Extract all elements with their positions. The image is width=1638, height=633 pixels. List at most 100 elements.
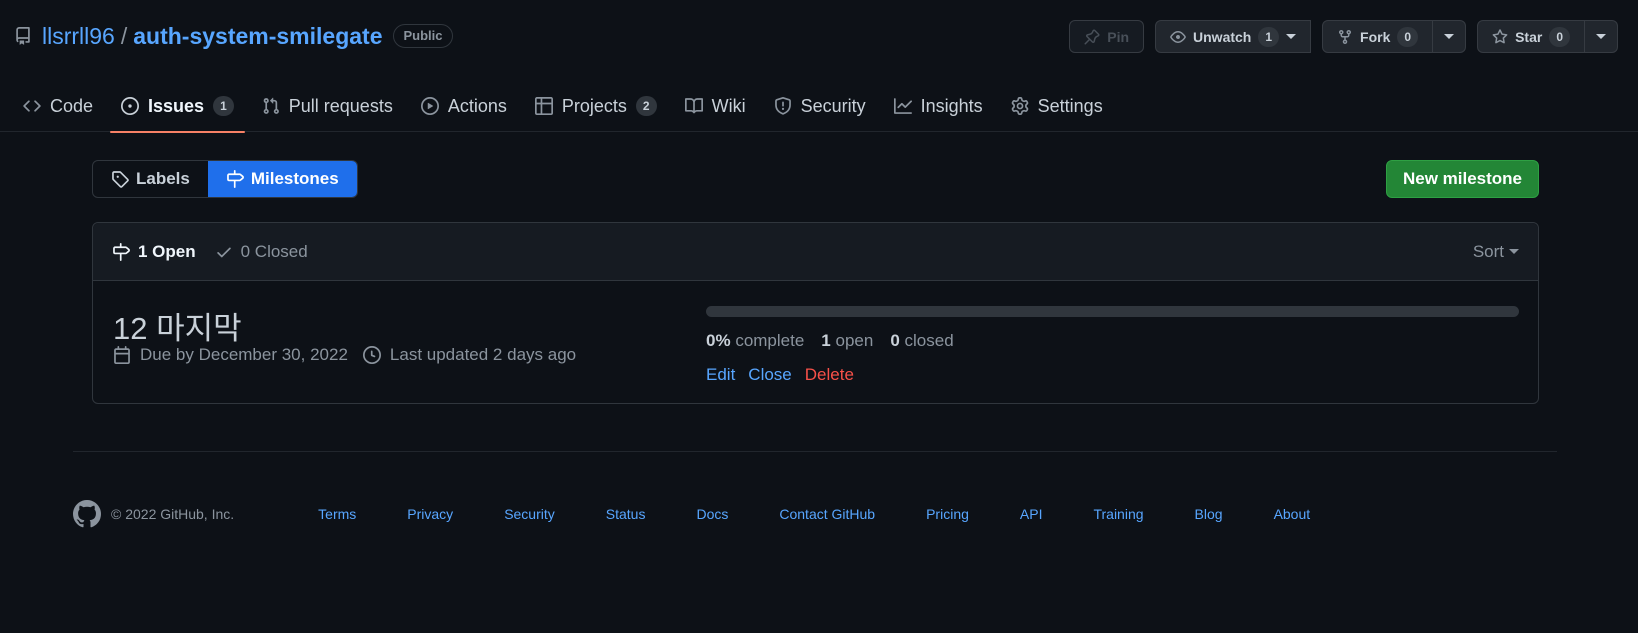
footer-link-status[interactable]: Status	[606, 506, 646, 522]
repo-icon	[14, 26, 32, 46]
footer-link-contact-github[interactable]: Contact GitHub	[779, 506, 875, 522]
watch-count: 1	[1258, 26, 1280, 47]
closed-milestones-filter[interactable]: 0 Closed	[215, 242, 308, 262]
tab-actions-label: Actions	[447, 95, 507, 116]
unwatch-button[interactable]: Unwatch 1	[1155, 20, 1312, 53]
milestones-link[interactable]: Milestones	[207, 161, 357, 197]
footer-link-privacy[interactable]: Privacy	[407, 506, 453, 522]
repo-title: llsrrll96 / auth-system-smilegate Public	[14, 20, 453, 52]
tab-insights[interactable]: Insights	[883, 80, 994, 132]
star-label: Star	[1515, 28, 1543, 45]
footer-copyright: © 2022 GitHub, Inc.	[111, 506, 235, 522]
repo-separator: /	[120, 22, 128, 49]
milestone-actions: Edit Close Delete	[706, 365, 854, 385]
open-count-label: open	[835, 331, 874, 350]
percent-label: complete	[735, 331, 805, 350]
tab-security[interactable]: Security	[763, 80, 877, 132]
edit-milestone-link[interactable]: Edit	[706, 365, 735, 385]
percent-complete: 0% complete	[706, 331, 804, 351]
milestone-item: 12 마지막 Due by December 30, 2022 Last upd…	[93, 281, 1538, 403]
milestones-label: Milestones	[250, 169, 339, 188]
tab-pull-requests-label: Pull requests	[288, 95, 393, 116]
tab-insights-label: Insights	[920, 95, 983, 116]
footer-link-api[interactable]: API	[1020, 506, 1043, 522]
tab-wiki-label: Wiki	[711, 95, 746, 116]
shield-icon	[774, 97, 792, 115]
tab-wiki[interactable]: Wiki	[674, 80, 757, 132]
clock-icon	[362, 346, 381, 364]
tab-code[interactable]: Code	[12, 80, 104, 132]
repo-nav: Code Issues 1 Pull requests Actions Proj…	[0, 80, 1638, 133]
open-issues-count: 1 open	[821, 331, 873, 351]
sort-label: Sort	[1472, 241, 1504, 261]
open-count-value: 1	[821, 331, 831, 350]
star-button-group: Star 0	[1477, 20, 1618, 53]
tab-settings[interactable]: Settings	[1000, 80, 1114, 132]
milestone-title-link[interactable]: 12 마지막	[113, 303, 242, 348]
site-footer: © 2022 GitHub, Inc. Terms Privacy Security…	[73, 451, 1557, 528]
tab-actions[interactable]: Actions	[410, 80, 518, 132]
milestone-due-date: Due by December 30, 2022	[113, 345, 348, 365]
check-icon	[215, 243, 233, 261]
closed-milestones-label: 0 Closed	[240, 241, 308, 261]
fork-dropdown-button[interactable]	[1433, 20, 1467, 53]
footer-link-docs[interactable]: Docs	[696, 506, 728, 522]
new-milestone-button[interactable]: New milestone	[1386, 160, 1539, 198]
percent-value: 0%	[706, 331, 731, 350]
graph-icon	[893, 97, 912, 115]
sort-dropdown[interactable]: Sort	[1473, 242, 1519, 262]
footer-link-about[interactable]: About	[1274, 506, 1311, 522]
visibility-badge: Public	[393, 24, 453, 48]
labels-link[interactable]: Labels	[93, 161, 208, 197]
gear-icon	[1011, 97, 1029, 115]
labels-label: Labels	[136, 169, 190, 188]
footer-link-security[interactable]: Security	[504, 506, 555, 522]
eye-icon	[1170, 29, 1186, 45]
repo-actions: Pin Unwatch 1 Fork 0 Star 0	[1069, 20, 1618, 53]
star-dropdown-button[interactable]	[1585, 20, 1618, 53]
fork-button-group: Fork 0	[1322, 20, 1467, 53]
open-milestones-label: 1 Open	[138, 241, 196, 261]
star-count: 0	[1549, 26, 1570, 47]
pin-label: Pin	[1107, 28, 1130, 45]
issues-count: 1	[213, 96, 234, 116]
open-milestones-filter[interactable]: 1 Open	[112, 242, 196, 262]
footer-link-terms[interactable]: Terms	[318, 506, 356, 522]
delete-milestone-link[interactable]: Delete	[805, 365, 854, 385]
pin-icon	[1084, 28, 1100, 45]
footer-link-pricing[interactable]: Pricing	[926, 506, 969, 522]
github-logo-icon[interactable]	[73, 500, 101, 528]
repo-owner-link[interactable]: llsrrll96	[42, 23, 115, 50]
code-icon	[23, 97, 41, 115]
fork-count: 0	[1397, 26, 1419, 47]
unwatch-label: Unwatch	[1193, 28, 1252, 45]
pin-button[interactable]: Pin	[1069, 20, 1145, 53]
repo-name-link[interactable]: auth-system-smilegate	[133, 23, 382, 50]
tab-issues[interactable]: Issues 1	[110, 80, 245, 133]
tab-pull-requests[interactable]: Pull requests	[251, 80, 404, 132]
watch-button-group: Unwatch 1	[1155, 20, 1312, 53]
fork-icon	[1337, 29, 1353, 45]
footer-link-training[interactable]: Training	[1093, 506, 1143, 522]
chevron-down-icon	[1286, 34, 1297, 39]
milestone-icon	[226, 170, 244, 188]
closed-issues-count: 0 closed	[890, 331, 953, 351]
chevron-down-icon	[1509, 249, 1519, 254]
tab-issues-label: Issues	[148, 95, 205, 116]
footer-links: Terms Privacy Security Status Docs Contact Gi…	[318, 506, 1361, 522]
due-date-text: Due by December 30, 2022	[140, 345, 348, 364]
tab-projects-label: Projects	[561, 95, 627, 116]
star-button[interactable]: Star 0	[1477, 20, 1585, 53]
close-milestone-link[interactable]: Close	[748, 365, 791, 385]
tab-projects[interactable]: Projects 2	[524, 80, 668, 132]
milestones-list: 1 Open 0 Closed Sort 12 마지막 Due by Decem…	[92, 222, 1539, 404]
last-updated-text: Last updated 2 days ago	[389, 345, 577, 364]
calendar-icon	[113, 346, 131, 364]
projects-count: 2	[635, 96, 657, 116]
tab-security-label: Security	[800, 95, 866, 116]
footer-row: © 2022 GitHub, Inc. Terms Privacy Security…	[73, 500, 1361, 528]
tab-settings-label: Settings	[1037, 95, 1103, 116]
chevron-down-icon	[1444, 34, 1455, 39]
fork-button[interactable]: Fork 0	[1322, 20, 1434, 53]
footer-link-blog[interactable]: Blog	[1195, 506, 1223, 522]
